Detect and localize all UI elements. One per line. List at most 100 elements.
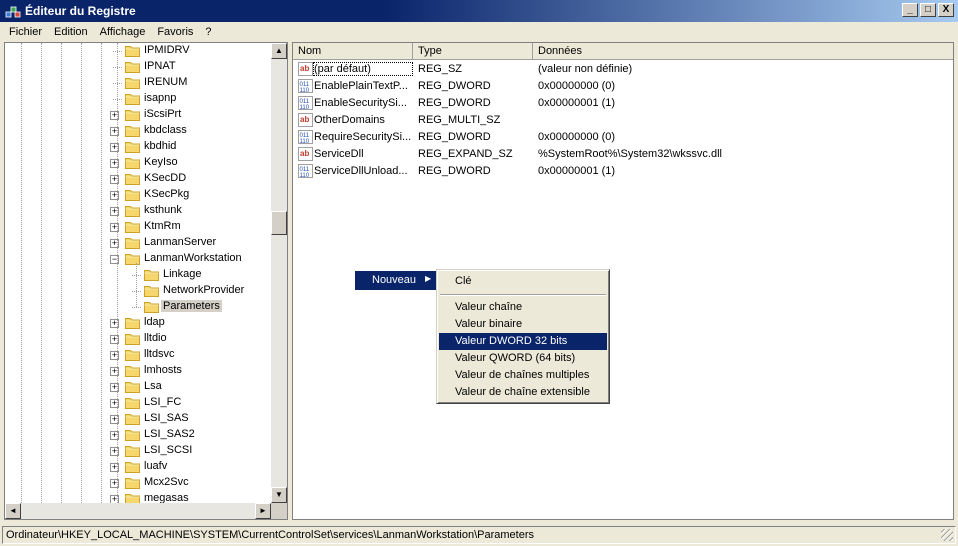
column-header-type[interactable]: Type: [413, 43, 533, 60]
tree-item[interactable]: Parameters: [5, 299, 271, 315]
tree-item[interactable]: + kbdclass: [5, 123, 271, 139]
column-header-donnees[interactable]: Données: [533, 43, 953, 60]
tree-item[interactable]: + Lsa: [5, 379, 271, 395]
tree-item[interactable]: + KSecPkg: [5, 187, 271, 203]
scroll-down-button[interactable]: ▼: [271, 487, 287, 503]
folder-icon: [125, 140, 140, 153]
list-row[interactable]: 011 110 RequireSecuritySi... REG_DWORD 0x000…: [293, 129, 953, 146]
svg-text:ab: ab: [300, 115, 309, 124]
title-bar: Éditeur du Registre _ □ X: [0, 0, 958, 22]
folder-icon: [125, 252, 140, 265]
scroll-right-button[interactable]: ►: [255, 503, 271, 519]
binary-value-icon: 011 110: [298, 79, 314, 94]
folder-icon: [125, 76, 140, 89]
tree-item-label: LSI_SAS2: [144, 428, 195, 440]
tree-item[interactable]: + kbdhid: [5, 139, 271, 155]
tree-item[interactable]: + Mcx2Svc: [5, 475, 271, 491]
value-type: REG_EXPAND_SZ: [418, 148, 513, 160]
value-name: ServiceDll: [314, 148, 364, 160]
tree-item[interactable]: + LSI_SCSI: [5, 443, 271, 459]
menu-edition[interactable]: Edition: [48, 26, 94, 38]
tree-horizontal-scrollbar[interactable]: ◄ ►: [5, 503, 271, 519]
value-data: %SystemRoot%\System32\wkssvc.dll: [538, 148, 722, 160]
tree-item-label: LSI_FC: [144, 396, 182, 408]
nouveau-label: Nouveau: [372, 274, 417, 286]
menu-fichier[interactable]: Fichier: [3, 26, 48, 38]
scroll-left-button[interactable]: ◄: [5, 503, 21, 519]
menu-item-valeur-binaire[interactable]: Valeur binaire: [439, 316, 607, 333]
tree-item-label: LSI_SCSI: [144, 444, 193, 456]
tree-item[interactable]: + LanmanServer: [5, 235, 271, 251]
tree-item[interactable]: + KeyIso: [5, 155, 271, 171]
list-row[interactable]: 011 110 ServiceDllUnload... REG_DWORD 0x0000…: [293, 163, 953, 180]
tree-item[interactable]: + LSI_FC: [5, 395, 271, 411]
folder-icon: [125, 316, 140, 329]
scroll-up-button[interactable]: ▲: [271, 43, 287, 59]
menu-affichage[interactable]: Affichage: [94, 26, 152, 38]
menu-item-valeur-chaine[interactable]: Valeur chaîne: [439, 299, 607, 316]
menu-item-label: Valeur de chaîne extensible: [455, 386, 590, 398]
folder-icon: [125, 476, 140, 489]
folder-icon: [125, 428, 140, 441]
tree-item[interactable]: IPNAT: [5, 59, 271, 75]
tree-item[interactable]: + lmhosts: [5, 363, 271, 379]
column-header-nom[interactable]: Nom: [293, 43, 413, 60]
tree-item[interactable]: isapnp: [5, 91, 271, 107]
svg-text:ab: ab: [300, 64, 309, 73]
tree-item[interactable]: + ksthunk: [5, 203, 271, 219]
tree-item[interactable]: + LSI_SAS: [5, 411, 271, 427]
folder-icon: [144, 300, 159, 313]
tree-item[interactable]: + KtmRm: [5, 219, 271, 235]
menu-help[interactable]: ?: [199, 26, 217, 38]
list-row[interactable]: 011 110 EnableSecuritySi... REG_DWORD 0x0000…: [293, 95, 953, 112]
tree-item[interactable]: + ldap: [5, 315, 271, 331]
tree-guide-line: [117, 43, 118, 503]
registry-path: Ordinateur\HKEY_LOCAL_MACHINE\SYSTEM\Cur…: [6, 529, 534, 541]
value-type: REG_MULTI_SZ: [418, 114, 501, 126]
tree-item[interactable]: NetworkProvider: [5, 283, 271, 299]
folder-icon: [125, 348, 140, 361]
tree-item[interactable]: Linkage: [5, 267, 271, 283]
menu-item-cle[interactable]: Clé: [439, 273, 607, 290]
tree-item[interactable]: + KSecDD: [5, 171, 271, 187]
folder-icon: [125, 380, 140, 393]
tree-item[interactable]: + iScsiPrt: [5, 107, 271, 123]
minimize-button[interactable]: _: [902, 3, 918, 17]
tree-item-label: KSecDD: [144, 172, 187, 184]
maximize-button[interactable]: □: [920, 3, 936, 17]
menu-separator: [440, 294, 606, 296]
menu-favoris[interactable]: Favoris: [151, 26, 199, 38]
svg-text:110: 110: [300, 88, 310, 94]
scroll-thumb[interactable]: [271, 211, 287, 235]
value-name: (par défaut): [313, 62, 413, 76]
registry-tree[interactable]: IPMIDRV IPNAT IRENUM isapnp + iScsiPrt + kbdcla…: [4, 42, 288, 520]
list-row[interactable]: 011 110 EnablePlainTextP... REG_DWORD 0x0000…: [293, 78, 953, 95]
value-data: 0x00000001 (1): [538, 97, 616, 109]
tree-item[interactable]: + lltdsvc: [5, 347, 271, 363]
tree-vertical-scrollbar[interactable]: ▲ ▼: [271, 43, 287, 503]
list-row[interactable]: ab OtherDomains REG_MULTI_SZ: [293, 112, 953, 129]
tree-item-label: Parameters: [161, 300, 222, 312]
tree-item[interactable]: + LSI_SAS2: [5, 427, 271, 443]
tree-item-label: Mcx2Svc: [144, 476, 189, 488]
submenu-arrow-icon: ▶: [425, 274, 432, 283]
tree-item[interactable]: IRENUM: [5, 75, 271, 91]
menu-item-valeur-qword[interactable]: Valeur QWORD (64 bits): [439, 350, 607, 367]
menu-item-valeur-chaine-extensible[interactable]: Valeur de chaîne extensible: [439, 384, 607, 401]
resize-grip[interactable]: [941, 529, 953, 541]
list-row[interactable]: ab ServiceDll REG_EXPAND_SZ %SystemRoot%\Sy…: [293, 146, 953, 163]
context-menu-nouveau[interactable]: Nouveau ▶: [355, 271, 437, 290]
list-header: Nom Type Données: [293, 43, 953, 60]
tree-item[interactable]: + lltdio: [5, 331, 271, 347]
tree-item[interactable]: − LanmanWorkstation: [5, 251, 271, 267]
menu-item-valeur-dword[interactable]: Valeur DWORD 32 bits: [439, 333, 607, 350]
close-button[interactable]: X: [938, 3, 954, 17]
tree-item[interactable]: IPMIDRV: [5, 43, 271, 59]
menu-item-label: Valeur QWORD (64 bits): [455, 352, 576, 364]
tree-item[interactable]: + luafv: [5, 459, 271, 475]
value-type: REG_DWORD: [418, 97, 491, 109]
value-name: EnablePlainTextP...: [314, 80, 408, 92]
menu-item-valeur-chaines-multiples[interactable]: Valeur de chaînes multiples: [439, 367, 607, 384]
list-row[interactable]: ab (par défaut) REG_SZ (valeur non définie): [293, 61, 953, 78]
folder-icon: [125, 92, 140, 105]
